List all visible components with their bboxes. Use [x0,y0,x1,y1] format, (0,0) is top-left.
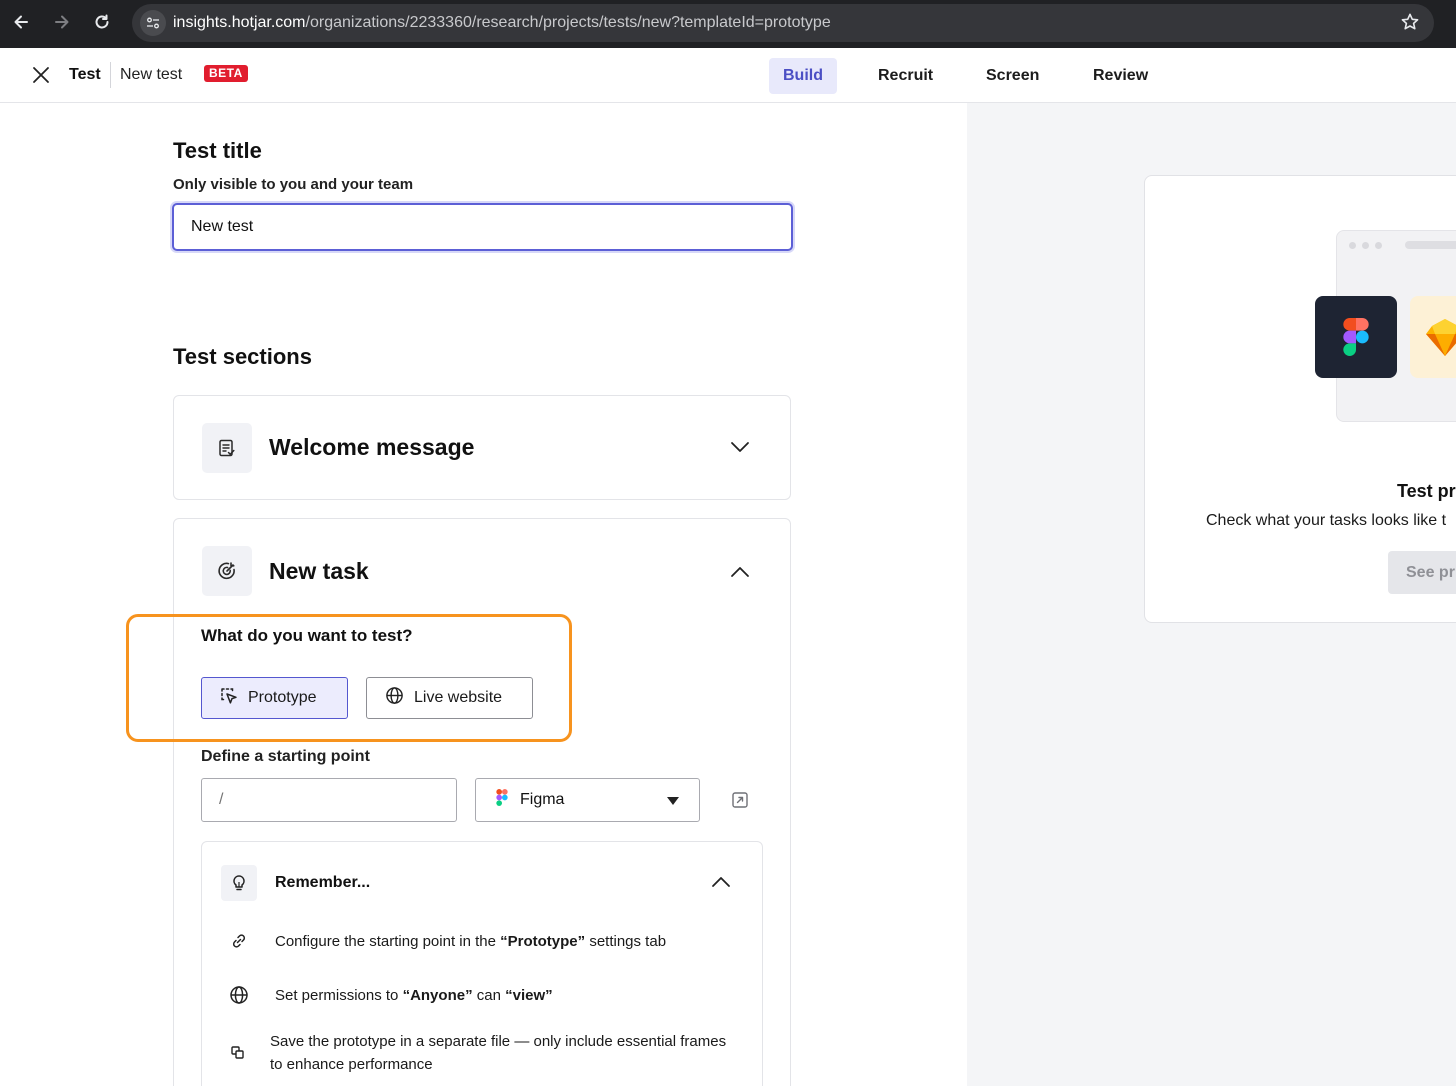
dropdown-caret-icon [667,797,679,805]
remember-item-bold: “view” [505,987,553,1004]
mock-address-bar [1405,241,1456,249]
remember-card: Remember... Configure the starting point… [201,841,763,1086]
sketch-app-icon [1410,296,1456,378]
remember-item-text: Set permissions to [275,987,403,1004]
test-title-heading: Test title [173,138,262,163]
chevron-up-icon[interactable] [711,875,731,894]
external-link-icon[interactable] [731,791,749,809]
globe-icon [385,686,404,710]
welcome-message-card[interactable]: Welcome message [173,395,791,500]
figma-app-icon [1315,296,1397,378]
remember-item-line: to enhance performance [270,1056,433,1073]
test-sections-heading: Test sections [173,344,312,369]
design-tool-value: Figma [520,791,565,808]
live-website-option-button[interactable]: Live website [366,677,533,719]
url-host: insights.hotjar.com [173,14,306,31]
lightbulb-icon [221,865,257,901]
tab-review[interactable]: Review [1079,58,1162,94]
forward-arrow-icon[interactable] [50,10,74,34]
reload-icon[interactable] [90,10,114,34]
app-header: Test New test BETA Build Recruit Screen … [0,48,1456,103]
starting-point-input[interactable] [201,778,457,822]
see-preview-button[interactable]: See pr [1388,551,1456,594]
remember-title: Remember... [275,874,371,891]
target-icon [202,546,252,596]
remember-item-permissions: Set permissions to “Anyone” can “view” [275,984,553,1007]
chevron-down-icon[interactable] [730,440,750,459]
figma-logo-icon [496,789,508,811]
checklist-icon [202,423,252,473]
prototype-option-button[interactable]: Prototype [201,677,348,719]
beta-badge: BETA [204,65,248,82]
mock-dot [1375,242,1382,249]
remember-item-separate-file: Save the prototype in a separate file — … [270,1030,726,1076]
breadcrumb-test-name: New test [120,66,183,83]
url-path: /organizations/2233360/research/projects… [305,14,831,31]
close-icon[interactable] [30,64,52,86]
remember-item-bold: “Anyone” [402,987,473,1004]
remember-item-line: Save the prototype in a separate file — … [270,1033,727,1050]
tab-build[interactable]: Build [769,58,837,94]
back-arrow-icon[interactable] [9,10,33,34]
live-website-option-label: Live website [414,689,503,706]
remember-item-starting-point: Configure the starting point in the “Pro… [275,930,666,953]
remember-item-text: Configure the starting point in the [275,933,501,950]
address-bar[interactable]: insights.hotjar.com/organizations/223336… [132,4,1434,42]
tab-recruit[interactable]: Recruit [864,58,947,94]
globe-icon [229,985,249,1005]
bookmark-star-icon[interactable] [1400,12,1420,37]
cursor-select-icon [220,687,238,710]
design-tool-select[interactable]: Figma [475,778,700,822]
remember-item-text: can [472,987,506,1004]
test-title-input[interactable] [172,203,793,251]
link-icon [229,931,249,951]
mock-dot [1349,242,1356,249]
prototype-option-label: Prototype [248,689,317,706]
preview-title: Test pr [1397,481,1456,501]
preview-subtitle: Check what your tasks looks like t [1206,512,1447,529]
copy-icon [229,1044,249,1064]
test-type-question: What do you want to test? [201,626,413,645]
new-task-title[interactable]: New task [269,558,369,585]
browser-toolbar: insights.hotjar.com/organizations/223336… [0,0,1456,48]
url-text: insights.hotjar.com/organizations/223336… [173,14,831,32]
breadcrumb-root[interactable]: Test [69,66,101,84]
welcome-message-title: Welcome message [269,434,475,460]
test-title-hint: Only visible to you and your team [173,176,414,193]
tab-screen[interactable]: Screen [972,58,1053,94]
remember-item-bold: “Prototype” [500,933,586,950]
remember-item-text: settings tab [585,933,667,950]
chevron-up-icon[interactable] [730,565,750,584]
mock-dot [1362,242,1369,249]
starting-point-label: Define a starting point [201,748,370,765]
site-info-icon[interactable] [140,10,166,36]
breadcrumb-divider [110,62,111,88]
